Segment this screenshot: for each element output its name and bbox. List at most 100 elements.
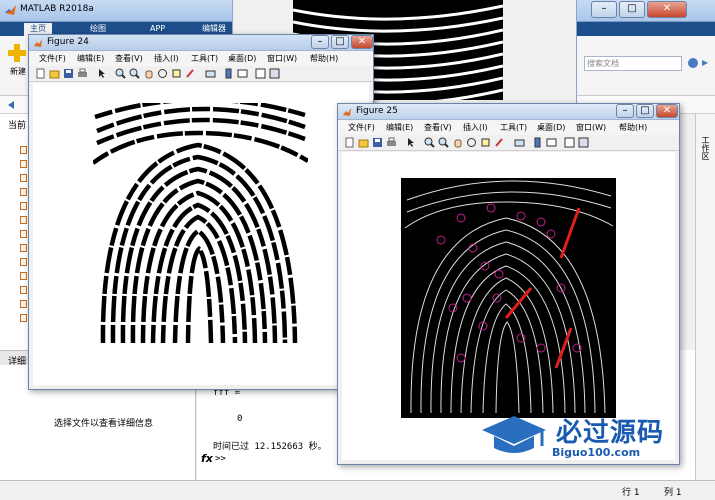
watermark-name: 必过源码 xyxy=(556,418,665,448)
legend-icon[interactable] xyxy=(237,68,248,79)
details-message: 选择文件以查看详细信息 xyxy=(54,419,154,429)
window-controls: – □ ✕ xyxy=(591,1,711,19)
hide-plot-tools-icon[interactable] xyxy=(564,137,575,148)
file-icon[interactable] xyxy=(20,202,27,210)
print-icon[interactable] xyxy=(77,68,88,79)
save-icon[interactable] xyxy=(372,137,383,148)
show-plot-tools-icon[interactable] xyxy=(578,137,589,148)
maximize-button[interactable]: □ xyxy=(636,104,654,118)
menu-tools[interactable]: 工具(T) xyxy=(191,53,218,64)
close-button[interactable]: ✕ xyxy=(647,1,687,18)
open-file-icon[interactable] xyxy=(358,137,369,148)
zoom-in-icon[interactable] xyxy=(115,68,126,79)
details-title: 详细 xyxy=(8,357,27,367)
save-icon[interactable] xyxy=(63,68,74,79)
brush-icon[interactable] xyxy=(494,137,505,148)
menu-view[interactable]: 查看(V) xyxy=(424,122,452,133)
menu-window[interactable]: 窗口(W) xyxy=(576,122,606,133)
menu-insert[interactable]: 插入(I) xyxy=(154,53,179,64)
file-icon[interactable] xyxy=(20,188,27,196)
link-plot-icon[interactable] xyxy=(514,137,525,148)
file-icon[interactable] xyxy=(20,272,27,280)
new-label: 新建 xyxy=(10,67,26,76)
print-icon[interactable] xyxy=(386,137,397,148)
file-icon[interactable] xyxy=(20,314,27,322)
menu-view[interactable]: 查看(V) xyxy=(115,53,143,64)
menu-insert[interactable]: 插入(I) xyxy=(463,122,488,133)
fx-icon[interactable]: fx xyxy=(201,452,213,465)
rotate-3d-icon[interactable] xyxy=(466,137,477,148)
maximize-button[interactable]: □ xyxy=(619,1,645,18)
edit-plot-arrow-icon[interactable] xyxy=(97,68,108,79)
menu-bar: 文件(F) 编辑(E) 查看(V) 插入(I) 工具(T) 桌面(D) 窗口(W… xyxy=(338,120,679,135)
command-prompt[interactable]: >> xyxy=(215,454,226,464)
menu-file[interactable]: 文件(F) xyxy=(348,122,375,133)
binarized-fingerprint-image xyxy=(93,103,308,345)
menu-help[interactable]: 帮助(H) xyxy=(310,53,338,64)
new-script-icon[interactable] xyxy=(6,42,28,64)
zoom-out-icon[interactable] xyxy=(129,68,140,79)
file-icon[interactable] xyxy=(20,146,27,154)
figure-canvas[interactable] xyxy=(33,83,369,385)
data-cursor-icon[interactable] xyxy=(480,137,491,148)
file-icon[interactable] xyxy=(20,258,27,266)
figure-title-bar[interactable]: Figure 24 – □ ✕ xyxy=(29,35,373,51)
skeleton-minutiae-image xyxy=(401,178,616,418)
minimize-button[interactable]: – xyxy=(591,1,617,18)
file-icon[interactable] xyxy=(20,300,27,308)
minimize-button[interactable]: – xyxy=(311,35,329,49)
maximize-button[interactable]: □ xyxy=(331,35,349,49)
data-cursor-icon[interactable] xyxy=(171,68,182,79)
menu-help[interactable]: 帮助(H) xyxy=(619,122,647,133)
status-bar: 行 1 列 1 xyxy=(0,480,715,500)
file-icon[interactable] xyxy=(20,286,27,294)
rotate-3d-icon[interactable] xyxy=(157,68,168,79)
menu-window[interactable]: 窗口(W) xyxy=(267,53,297,64)
pan-hand-icon[interactable] xyxy=(452,137,463,148)
figure-24-window[interactable]: Figure 24 – □ ✕ 文件(F) 编辑(E) 查看(V) 插入(I) … xyxy=(28,34,374,390)
colorbar-icon[interactable] xyxy=(223,68,234,79)
current-folder-label: 当前 xyxy=(8,121,27,131)
back-arrow-icon[interactable] xyxy=(6,100,16,110)
close-button[interactable]: ✕ xyxy=(656,104,678,118)
menu-tools[interactable]: 工具(T) xyxy=(500,122,527,133)
legend-icon[interactable] xyxy=(546,137,557,148)
menu-edit[interactable]: 编辑(E) xyxy=(77,53,104,64)
command-output: 0 xyxy=(237,414,243,424)
search-input[interactable]: 搜索文档 xyxy=(584,56,682,71)
close-button[interactable]: ✕ xyxy=(351,35,373,49)
workspace-label: 工作区 xyxy=(701,136,710,160)
current-folder-panel xyxy=(0,114,30,350)
column-indicator: 列 1 xyxy=(664,488,682,498)
file-icon[interactable] xyxy=(20,244,27,252)
watermark-url: Biguo100.com xyxy=(552,446,641,459)
pan-hand-icon[interactable] xyxy=(143,68,154,79)
matlab-logo-icon xyxy=(5,5,16,15)
show-plot-tools-icon[interactable] xyxy=(269,68,280,79)
figure-title: Figure 24 xyxy=(47,37,89,47)
menu-edit[interactable]: 编辑(E) xyxy=(386,122,413,133)
brush-icon[interactable] xyxy=(185,68,196,79)
zoom-out-icon[interactable] xyxy=(438,137,449,148)
file-icon[interactable] xyxy=(20,216,27,224)
edit-plot-arrow-icon[interactable] xyxy=(406,137,417,148)
help-icon[interactable] xyxy=(686,56,711,71)
new-figure-icon[interactable] xyxy=(35,68,46,79)
link-plot-icon[interactable] xyxy=(205,68,216,79)
hide-plot-tools-icon[interactable] xyxy=(255,68,266,79)
file-icon[interactable] xyxy=(20,230,27,238)
watermark: 必过源码 Biguo100.com xyxy=(478,412,703,464)
open-file-icon[interactable] xyxy=(49,68,60,79)
window-title: MATLAB R2018a xyxy=(20,4,94,14)
colorbar-icon[interactable] xyxy=(532,137,543,148)
minimize-button[interactable]: – xyxy=(616,104,634,118)
file-icon[interactable] xyxy=(20,174,27,182)
menu-file[interactable]: 文件(F) xyxy=(39,53,66,64)
menu-desktop[interactable]: 桌面(D) xyxy=(537,122,565,133)
menu-desktop[interactable]: 桌面(D) xyxy=(228,53,256,64)
figure-title-bar[interactable]: Figure 25 – □ ✕ xyxy=(338,104,679,120)
zoom-in-icon[interactable] xyxy=(424,137,435,148)
file-icon[interactable] xyxy=(20,160,27,168)
new-figure-icon[interactable] xyxy=(344,137,355,148)
figure-25-window[interactable]: Figure 25 – □ ✕ 文件(F) 编辑(E) 查看(V) 插入(I) … xyxy=(337,103,680,465)
